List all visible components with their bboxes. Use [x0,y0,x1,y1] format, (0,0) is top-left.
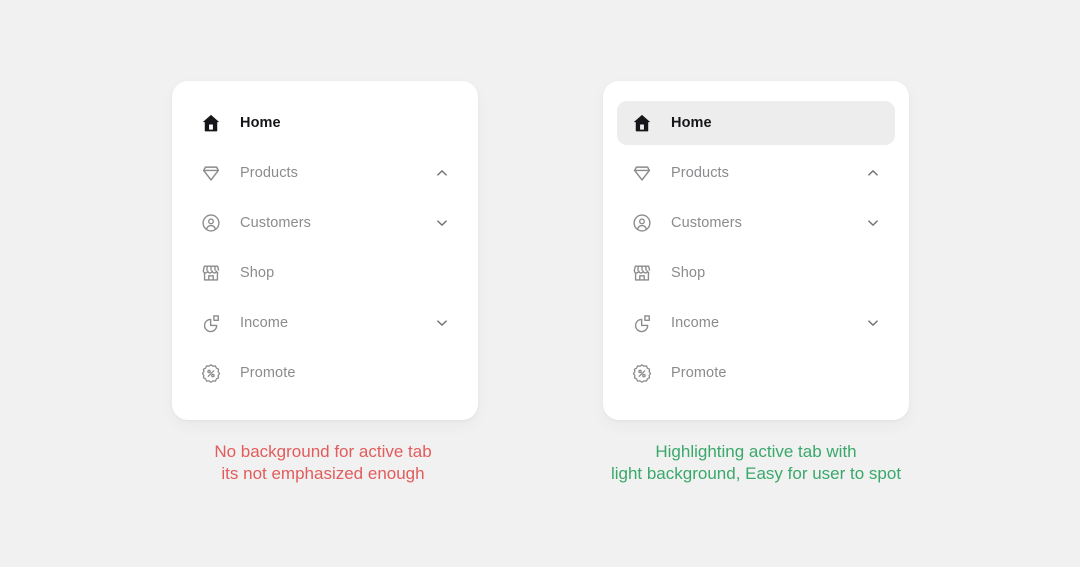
sidebar-item-home[interactable]: Home [617,101,895,145]
chevron-down-icon[interactable] [432,313,452,333]
caption-line-2: light background, Easy for user to spot [610,464,902,483]
chevron-down-icon[interactable] [863,213,883,233]
chevron-down-icon[interactable] [432,213,452,233]
home-icon [631,112,653,134]
sidebar-item-income[interactable]: Income [186,301,464,345]
user-circle-icon [200,212,222,234]
percent-badge-icon [631,362,653,384]
sidebar-item-promote[interactable]: Promote [186,351,464,395]
sidebar-item-label: Income [671,315,720,331]
sidebar-item-shop[interactable]: Shop [186,251,464,295]
pie-chart-icon [200,312,222,334]
diamond-icon [200,162,222,184]
example-with-highlight: Home Products Customers Shop Income Prom… [603,81,909,420]
sidebar-nav-card: Home Products Customers Shop Income Prom… [172,81,478,420]
caption-line-2: its not emphasized enough [221,464,425,483]
chevron-down-icon[interactable] [863,313,883,333]
sidebar-item-label: Promote [240,365,296,381]
sidebar-item-products[interactable]: Products [617,151,895,195]
sidebar-item-label: Home [671,115,712,131]
caption-line-1: No background for active tab [214,442,432,461]
chevron-up-icon[interactable] [863,163,883,183]
sidebar-item-label: Customers [240,215,311,231]
diamond-icon [631,162,653,184]
caption-without-highlight: No background for active tab its not emp… [108,441,538,485]
sidebar-item-customers[interactable]: Customers [617,201,895,245]
sidebar-item-label: Shop [240,265,275,281]
sidebar-nav-list: Home Products Customers Shop Income Prom… [617,101,895,395]
storefront-icon [631,262,653,284]
storefront-icon [200,262,222,284]
sidebar-item-label: Customers [671,215,742,231]
chevron-up-icon[interactable] [432,163,452,183]
sidebar-item-label: Income [240,315,289,331]
caption-line-1: Highlighting active tab with [655,442,857,461]
sidebar-item-customers[interactable]: Customers [186,201,464,245]
sidebar-item-home[interactable]: Home [186,101,464,145]
sidebar-item-label: Home [240,115,281,131]
sidebar-item-shop[interactable]: Shop [617,251,895,295]
sidebar-item-label: Products [240,165,299,181]
sidebar-item-income[interactable]: Income [617,301,895,345]
caption-with-highlight: Highlighting active tab with light backg… [541,441,971,485]
comparison-stage: Home Products Customers Shop Income Prom… [0,0,1080,567]
sidebar-item-promote[interactable]: Promote [617,351,895,395]
percent-badge-icon [200,362,222,384]
pie-chart-icon [631,312,653,334]
sidebar-nav-list: Home Products Customers Shop Income Prom… [186,101,464,395]
sidebar-item-label: Shop [671,265,706,281]
home-icon [200,112,222,134]
user-circle-icon [631,212,653,234]
sidebar-item-label: Promote [671,365,727,381]
sidebar-nav-card: Home Products Customers Shop Income Prom… [603,81,909,420]
example-without-highlight: Home Products Customers Shop Income Prom… [172,81,478,420]
sidebar-item-products[interactable]: Products [186,151,464,195]
sidebar-item-label: Products [671,165,730,181]
